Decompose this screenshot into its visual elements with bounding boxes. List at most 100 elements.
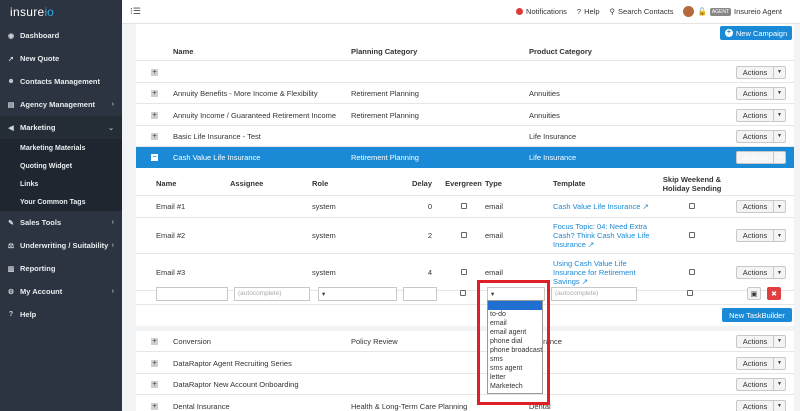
sidebar-item-my-account[interactable]: ⚙ My Account › — [0, 280, 122, 303]
campaign-row[interactable]: + Conversion Policy Review Insurance Actions… — [136, 331, 794, 352]
user-menu[interactable]: 🔓 AGENT Insureio Agent — [683, 6, 782, 17]
actions-label[interactable]: Actions — [737, 378, 774, 390]
caret-down-icon[interactable]: ▼ — [774, 336, 785, 347]
expand-toggle[interactable]: + — [136, 380, 173, 388]
sidebar-subitem-links[interactable]: Links — [0, 175, 122, 193]
actions-label[interactable]: Actions — [737, 152, 774, 163]
expand-toggle[interactable]: + — [136, 337, 173, 345]
new-task-evergreen-checkbox[interactable] — [460, 290, 466, 296]
actions-button[interactable]: Actions ▼ — [736, 266, 786, 279]
sidebar-item-contacts-management[interactable]: ☻ Contacts Management — [0, 70, 122, 93]
new-taskbuilder-button[interactable]: New TaskBuilder — [722, 308, 792, 322]
actions-label[interactable]: Actions — [737, 201, 774, 212]
new-task-skip-checkbox[interactable] — [687, 290, 693, 296]
actions-button[interactable]: Actions ▼ — [736, 334, 786, 348]
actions-button[interactable]: Actions ▼ — [736, 129, 786, 143]
caret-down-icon[interactable]: ▼ — [774, 379, 785, 390]
evergreen-checkbox[interactable] — [460, 203, 467, 209]
actions-button[interactable]: Actions ▼ — [736, 399, 786, 411]
caret-down-icon[interactable]: ▼ — [774, 67, 785, 78]
actions-label[interactable]: Actions — [737, 109, 774, 121]
evergreen-checkbox[interactable] — [460, 269, 467, 275]
template-link-line[interactable]: Insurance for Retirement — [553, 268, 658, 277]
notifications-link[interactable]: Notifications — [516, 7, 567, 16]
template-link-line[interactable]: Cash? Think Cash Value Life — [553, 231, 658, 240]
actions-button[interactable]: Actions ▼ — [736, 200, 786, 213]
actions-label[interactable]: Actions — [737, 230, 774, 241]
sidebar-subitem-marketing-materials[interactable]: Marketing Materials — [0, 139, 122, 157]
actions-button[interactable]: Actions ▼ — [736, 108, 786, 122]
caret-down-icon[interactable]: ▼ — [774, 230, 785, 241]
sidebar-item-reporting[interactable]: ▥ Reporting — [0, 257, 122, 280]
caret-down-icon[interactable]: ▼ — [774, 152, 785, 163]
help-link[interactable]: ? Help — [577, 7, 600, 16]
skip-weekend-checkbox[interactable] — [689, 203, 695, 209]
expand-toggle[interactable]: + — [136, 111, 173, 119]
template-link-line[interactable]: Insurance ↗ — [553, 240, 658, 249]
campaign-row[interactable]: + Dental Insurance Health & Long-Term Care… — [136, 396, 794, 411]
insureio-logo[interactable]: insure io — [0, 0, 122, 24]
actions-button[interactable]: Actions ▼ — [736, 86, 786, 100]
new-task-role-select[interactable]: ▾ — [318, 286, 397, 301]
new-task-delay-input[interactable] — [403, 286, 437, 301]
expand-toggle[interactable]: + — [136, 89, 173, 97]
new-task-assignee-input[interactable]: (autocomplete) — [234, 286, 310, 301]
actions-label[interactable]: Actions — [737, 130, 774, 142]
actions-button[interactable]: Actions ▼ — [736, 151, 786, 164]
campaign-row[interactable]: + DataRaptor Agent Recruiting Series Actio… — [136, 353, 794, 374]
new-task-template-input[interactable]: (autocomplete) — [551, 286, 637, 301]
template-link-line[interactable]: Using Cash Value Life — [553, 259, 658, 268]
actions-button[interactable]: Actions ▼ — [736, 229, 786, 242]
campaign-row[interactable]: − Cash Value Life Insurance Retirement Pla… — [136, 147, 794, 168]
new-campaign-button[interactable]: + New Campaign — [720, 26, 792, 40]
caret-down-icon[interactable]: ▼ — [774, 110, 785, 121]
sidebar-toggle-icon[interactable]: ⁝☰ — [130, 6, 141, 17]
campaign-row[interactable]: + DataRaptor New Account Onboarding Action… — [136, 374, 794, 395]
campaign-row[interactable]: + Annuity Income / Guaranteed Retirement … — [136, 105, 794, 126]
actions-button[interactable]: Actions ▼ — [736, 65, 786, 79]
sidebar-subitem-quoting-widget[interactable]: Quoting Widget — [0, 157, 122, 175]
sidebar-subitem-your-common-tags[interactable]: Your Common Tags — [0, 193, 122, 211]
cancel-task-button[interactable]: ✖ — [767, 287, 781, 300]
actions-label[interactable]: Actions — [737, 87, 774, 99]
expand-toggle[interactable]: + — [136, 132, 173, 140]
expand-toggle[interactable]: + — [136, 359, 173, 367]
actions-button[interactable]: Actions ▼ — [736, 377, 786, 391]
campaign-row[interactable]: + Basic Life Insurance - Test Life Insuran… — [136, 126, 794, 147]
caret-down-icon[interactable]: ▼ — [774, 131, 785, 142]
sidebar-item-underwriting-suitability[interactable]: ⚖ Underwriting / Suitability › — [0, 234, 122, 257]
skip-weekend-checkbox[interactable] — [689, 232, 695, 238]
task-row[interactable]: Email #1 system 0 email Cash Value Life Insu… — [136, 196, 794, 218]
evergreen-checkbox[interactable] — [460, 232, 467, 238]
actions-button[interactable]: Actions ▼ — [736, 356, 786, 370]
task-template-link[interactable]: Cash Value Life Insurance ↗ — [553, 202, 658, 211]
caret-down-icon[interactable]: ▼ — [774, 267, 785, 278]
task-template-link[interactable]: Using Cash Value Life Insurance for Retir… — [553, 259, 658, 286]
expand-toggle[interactable]: − — [136, 154, 173, 161]
expand-toggle[interactable]: + — [136, 402, 173, 410]
campaign-row[interactable]: + Actions ▼ — [136, 62, 794, 83]
actions-label[interactable]: Actions — [737, 357, 774, 369]
sidebar-item-sales-tools[interactable]: ✎ Sales Tools › — [0, 211, 122, 234]
caret-down-icon[interactable]: ▼ — [774, 201, 785, 212]
search-contacts-link[interactable]: ⚲ Search Contacts — [610, 7, 674, 16]
sidebar-item-marketing[interactable]: ◀ Marketing ⌄ — [0, 116, 122, 139]
save-task-button[interactable]: ▣ — [747, 287, 761, 300]
caret-down-icon[interactable]: ▼ — [774, 358, 785, 369]
skip-weekend-checkbox[interactable] — [689, 269, 695, 275]
task-template-link[interactable]: Focus Topic: 04: Need Extra Cash? Think C… — [553, 222, 658, 249]
template-link-line[interactable]: Cash Value Life Insurance ↗ — [553, 202, 658, 211]
campaign-row[interactable]: + Annuity Benefits - More Income & Flexib… — [136, 83, 794, 104]
sidebar-item-dashboard[interactable]: ◉ Dashboard — [0, 24, 122, 47]
sidebar-item-new-quote[interactable]: ➚ New Quote — [0, 47, 122, 70]
actions-label[interactable]: Actions — [737, 335, 774, 347]
caret-down-icon[interactable]: ▼ — [774, 401, 785, 411]
template-link-line[interactable]: Focus Topic: 04: Need Extra — [553, 222, 658, 231]
task-row[interactable]: Email #2 system 2 email Focus Topic: 04: Nee… — [136, 218, 794, 254]
actions-label[interactable]: Actions — [737, 400, 774, 411]
sidebar-item-help[interactable]: ? Help — [0, 303, 122, 326]
actions-label[interactable]: Actions — [737, 267, 774, 278]
actions-label[interactable]: Actions — [737, 66, 774, 78]
sidebar-item-agency-management[interactable]: ▤ Agency Management › — [0, 93, 122, 116]
caret-down-icon[interactable]: ▼ — [774, 88, 785, 99]
